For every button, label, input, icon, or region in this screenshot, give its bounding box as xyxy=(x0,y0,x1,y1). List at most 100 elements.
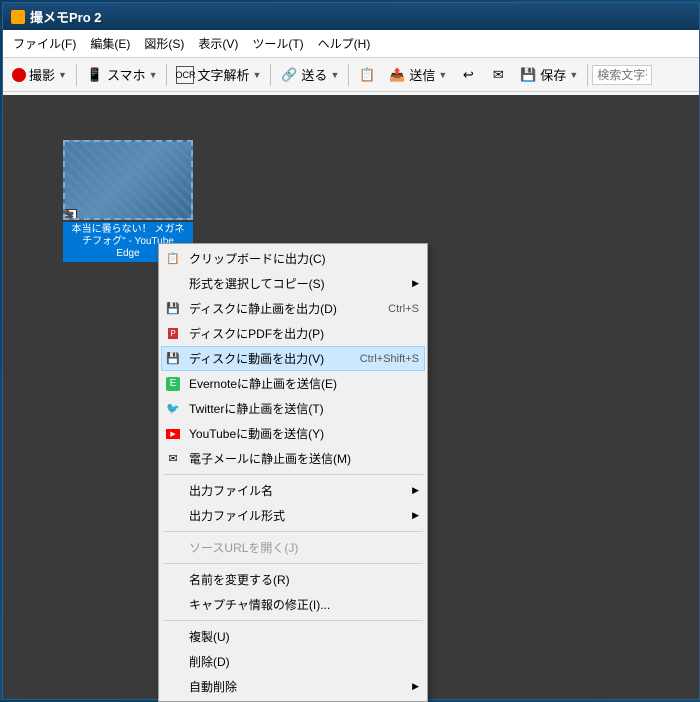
menu-item: ソースURLを開く(J) xyxy=(161,535,425,560)
thumbnail-image: 🎥 xyxy=(63,140,193,220)
menu-item-label: ディスクに動画を出力(V) xyxy=(189,350,352,367)
clipboard-icon: 📋 xyxy=(165,251,181,267)
record-icon xyxy=(12,68,26,82)
blank-icon xyxy=(165,276,181,292)
menu-item-label: 名前を変更する(R) xyxy=(189,571,419,588)
menu-item[interactable]: 名前を変更する(R) xyxy=(161,567,425,592)
submenu-arrow-icon: ▶ xyxy=(412,278,419,289)
menu-item[interactable]: P ディスクにPDFを出力(P) xyxy=(161,321,425,346)
menu-item[interactable]: ▶ YouTubeに動画を送信(Y) xyxy=(161,421,425,446)
dropdown-icon: ▼ xyxy=(438,70,447,80)
dropdown-icon: ▼ xyxy=(253,70,262,80)
menu-separator xyxy=(163,620,423,621)
menu-file[interactable]: ファイル(F) xyxy=(7,32,82,55)
blank-icon xyxy=(165,679,181,695)
search-input[interactable] xyxy=(592,65,652,85)
mail-icon: ✉ xyxy=(165,451,181,467)
menubar: ファイル(F) 編集(E) 図形(S) 表示(V) ツール(T) ヘルプ(H) xyxy=(3,30,699,58)
menu-item[interactable]: 🐦 Twitterに静止画を送信(T) xyxy=(161,396,425,421)
dropdown-icon: ▼ xyxy=(569,70,578,80)
menu-separator xyxy=(163,531,423,532)
thumbnail-item[interactable]: 🎥 本当に曇らない！ メガネ チフォグ" - YouTube Edge xyxy=(63,140,193,250)
mail-button[interactable]: ✉ xyxy=(484,63,512,87)
blank-icon xyxy=(165,540,181,556)
menu-view[interactable]: 表示(V) xyxy=(192,32,244,55)
disk-icon: 💾 xyxy=(165,351,181,367)
context-menu: 📋クリップボードに出力(C)形式を選択してコピー(S)▶💾ディスクに静止画を出力… xyxy=(158,243,428,702)
blank-icon xyxy=(165,654,181,670)
blank-icon xyxy=(165,508,181,524)
menu-item-label: 形式を選択してコピー(S) xyxy=(189,275,419,292)
app-icon xyxy=(11,10,25,24)
app-title: 撮メモPro 2 xyxy=(30,7,102,26)
menu-shortcut: Ctrl+Shift+S xyxy=(360,353,419,365)
menu-item-label: YouTubeに動画を送信(Y) xyxy=(189,425,419,442)
menu-item-label: Twitterに静止画を送信(T) xyxy=(189,400,419,417)
dropdown-icon: ▼ xyxy=(330,70,339,80)
menu-item-label: 複製(U) xyxy=(189,628,419,645)
menu-item-label: キャプチャ情報の修正(I)... xyxy=(189,596,419,613)
blank-icon xyxy=(165,483,181,499)
blank-icon xyxy=(165,597,181,613)
phone-button[interactable]: 📱スマホ▼ xyxy=(81,62,163,87)
menu-tools[interactable]: ツール(T) xyxy=(246,32,309,55)
menu-item-label: 削除(D) xyxy=(189,653,419,670)
menu-item-label: ディスクに静止画を出力(D) xyxy=(189,300,380,317)
submenu-arrow-icon: ▶ xyxy=(412,681,419,692)
menu-item-label: 自動削除 xyxy=(189,678,419,695)
menu-item-label: 出力ファイル形式 xyxy=(189,507,419,524)
menu-item-label: 電子メールに静止画を送信(M) xyxy=(189,450,419,467)
menu-item[interactable]: EEvernoteに静止画を送信(E) xyxy=(161,371,425,396)
menu-shape[interactable]: 図形(S) xyxy=(138,32,190,55)
menu-edit[interactable]: 編集(E) xyxy=(84,32,136,55)
twitter-icon: 🐦 xyxy=(165,401,181,417)
phone-icon: 📱 xyxy=(86,66,104,84)
menu-item[interactable]: キャプチャ情報の修正(I)... xyxy=(161,592,425,617)
dropdown-icon: ▼ xyxy=(149,70,158,80)
save-button[interactable]: 💾保存▼ xyxy=(514,62,583,87)
video-icon: 🎥 xyxy=(63,209,77,220)
link-icon: 🔗 xyxy=(280,66,298,84)
blank-icon xyxy=(165,572,181,588)
menu-item[interactable]: 出力ファイル形式▶ xyxy=(161,503,425,528)
menu-item[interactable]: 💾 ディスクに静止画を出力(D) Ctrl+S xyxy=(161,296,425,321)
clipboard-button[interactable]: 📋 xyxy=(353,63,381,87)
pdf-icon: P xyxy=(165,326,181,342)
blank-icon xyxy=(165,629,181,645)
disk-icon: 💾 xyxy=(519,66,537,84)
sendout-icon: 📤 xyxy=(388,66,406,84)
menu-item[interactable]: 出力ファイル名▶ xyxy=(161,478,425,503)
menu-item-label: ディスクにPDFを出力(P) xyxy=(189,325,419,342)
ocr-icon: OCR xyxy=(176,66,194,84)
main-toolbar: 撮影▼ 📱スマホ▼ OCR文字解析▼ 🔗送る▼ 📋 📤送信▼ ↩ ✉ 💾保存▼ xyxy=(3,58,699,92)
submenu-arrow-icon: ▶ xyxy=(412,510,419,521)
menu-item[interactable]: 形式を選択してコピー(S)▶ xyxy=(161,271,425,296)
reply-button[interactable]: ↩ xyxy=(454,63,482,87)
capture-button[interactable]: 撮影▼ xyxy=(7,62,72,87)
menu-item-label: クリップボードに出力(C) xyxy=(189,250,419,267)
reply-icon: ↩ xyxy=(459,66,477,84)
youtube-icon: ▶ xyxy=(165,426,181,442)
submenu-arrow-icon: ▶ xyxy=(412,485,419,496)
menu-separator xyxy=(163,563,423,564)
menu-item[interactable]: 削除(D) xyxy=(161,649,425,674)
clipboard-icon: 📋 xyxy=(358,66,376,84)
disk-icon: 💾 xyxy=(165,301,181,317)
menu-shortcut: Ctrl+S xyxy=(388,303,419,315)
menu-item[interactable]: 自動削除▶ xyxy=(161,674,425,699)
menu-item[interactable]: ✉ 電子メールに静止画を送信(M) xyxy=(161,446,425,471)
send2-button[interactable]: 📤送信▼ xyxy=(383,62,452,87)
menu-item[interactable]: 複製(U) xyxy=(161,624,425,649)
titlebar[interactable]: 撮メモPro 2 xyxy=(3,3,699,30)
menu-item[interactable]: 💾 ディスクに動画を出力(V) Ctrl+Shift+S xyxy=(161,346,425,371)
evernote-icon: E xyxy=(165,376,181,392)
menu-item-label: 出力ファイル名 xyxy=(189,482,419,499)
mail-icon: ✉ xyxy=(489,66,507,84)
menu-item-label: ソースURLを開く(J) xyxy=(189,539,419,556)
send-button[interactable]: 🔗送る▼ xyxy=(275,62,344,87)
menu-item[interactable]: 📋 クリップボードに出力(C) xyxy=(161,246,425,271)
menu-separator xyxy=(163,474,423,475)
menu-help[interactable]: ヘルプ(H) xyxy=(312,32,377,55)
ocr-button[interactable]: OCR文字解析▼ xyxy=(171,62,266,87)
dropdown-icon: ▼ xyxy=(58,70,67,80)
